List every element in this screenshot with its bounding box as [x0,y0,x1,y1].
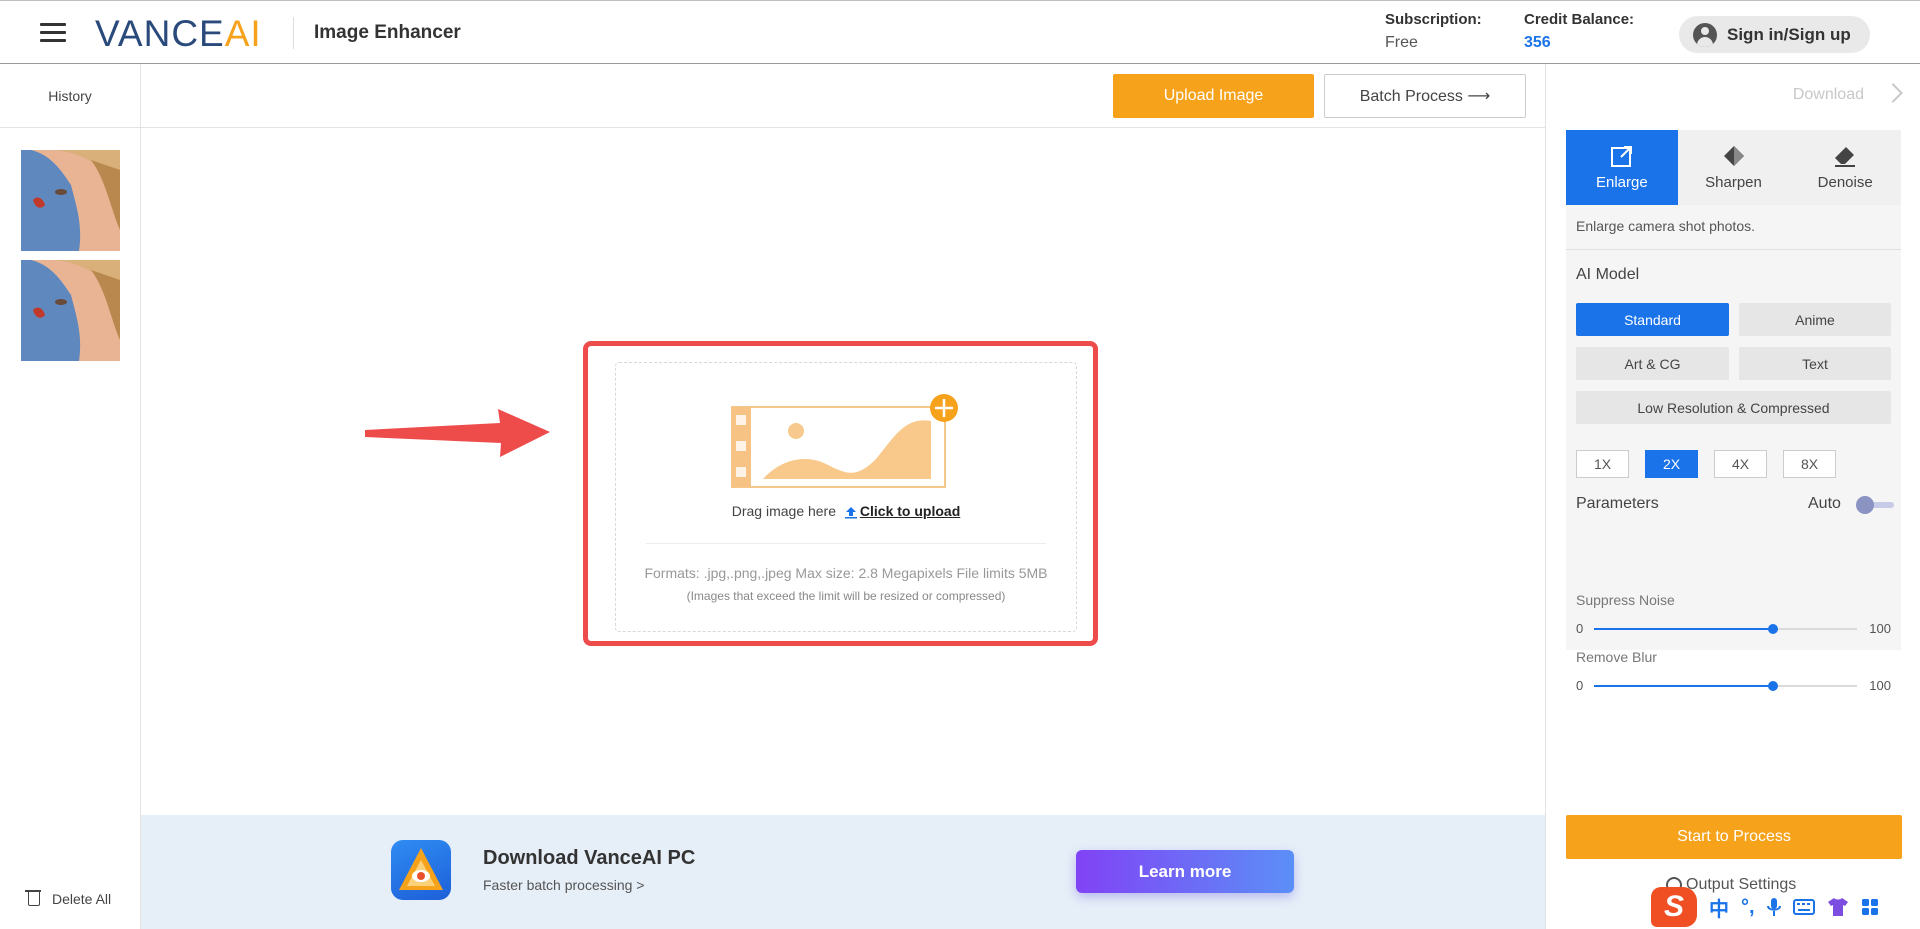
signin-button[interactable]: Sign in/Sign up [1679,16,1870,53]
slider-track[interactable] [1594,624,1857,634]
auto-label: Auto [1808,495,1841,512]
remove-blur-slider[interactable]: 0 100 [1576,678,1891,694]
history-thumbnail[interactable] [21,260,120,361]
upload-dropzone[interactable]: Drag image here Click to upload Formats:… [615,362,1077,632]
enlarge-options: Enlarge camera shot photos. AI Model Sta… [1566,205,1901,693]
suppress-noise-slider[interactable]: 0 100 [1576,621,1891,637]
scale-2x-button[interactable]: 2X [1645,450,1698,478]
microphone-icon[interactable] [1766,897,1781,917]
grid-menu-icon[interactable] [1861,898,1879,916]
drag-text: Drag image here [731,503,837,519]
drag-instruction: Drag image here Click to upload [616,503,1076,519]
skin-shirt-icon[interactable] [1827,897,1849,917]
image-placeholder-icon [731,394,958,488]
start-to-process-button[interactable]: Start to Process [1566,815,1902,859]
model-anime-button[interactable]: Anime [1739,303,1891,336]
enlarge-icon [1610,146,1632,167]
model-art-cg-button[interactable]: Art & CG [1576,347,1729,380]
tab-enlarge[interactable]: Enlarge [1566,130,1678,205]
ai-model-label: AI Model [1576,266,1640,283]
center-toolbar: Upload Image Batch Process ⟶ [141,64,1545,128]
user-icon [1693,22,1717,47]
history-thumbnail[interactable] [21,150,120,251]
download-pc-banner: Download VanceAI PC Faster batch process… [141,815,1545,929]
delete-all-button[interactable]: Delete All [25,890,112,907]
tab-label: Denoise [1817,174,1873,191]
slider-min: 0 [1576,621,1584,636]
sogou-logo-icon[interactable]: S [1651,887,1697,927]
tab-label: Sharpen [1705,174,1762,191]
header-divider [293,17,294,49]
tab-denoise[interactable]: Denoise [1789,130,1901,205]
trash-icon [25,890,41,906]
scale-1x-button[interactable]: 1X [1576,450,1629,478]
credit-info: Credit Balance: 356 [1524,11,1634,52]
slider-max: 100 [1869,621,1891,636]
credit-label: Credit Balance: [1524,11,1635,28]
upload-divider [646,543,1046,544]
learn-more-button[interactable]: Learn more [1076,850,1294,893]
formats-note: (Images that exceed the limit will be re… [686,589,1006,603]
chevron-right-icon [1883,83,1903,103]
model-text-button[interactable]: Text [1739,347,1891,380]
slider-knob[interactable] [1767,624,1778,634]
tab-label: Enlarge [1595,174,1648,191]
slider-min: 0 [1576,678,1584,693]
download-button[interactable]: Download [1793,86,1864,104]
delete-all-label: Delete All [52,891,112,907]
signin-label: Sign in/Sign up [1727,24,1851,44]
red-arrow-annotation [365,409,550,457]
remove-blur-label: Remove Blur [1576,649,1657,665]
vanceai-logo[interactable]: VANCEAI [95,13,262,55]
slider-track[interactable] [1594,681,1857,691]
credit-value: 356 [1524,34,1551,51]
model-low-resolution-button[interactable]: Low Resolution & Compressed [1576,391,1891,424]
suppress-noise-label: Suppress Noise [1576,592,1675,608]
model-standard-button[interactable]: Standard [1576,303,1729,336]
slider-knob[interactable] [1767,681,1778,691]
slider-fill [1594,685,1773,687]
eraser-icon [1835,147,1856,167]
auto-toggle[interactable] [1856,496,1894,514]
banner-title: Download VanceAI PC [483,847,696,869]
scale-4x-button[interactable]: 4X [1714,450,1767,478]
subscription-label: Subscription: [1385,11,1482,28]
subscription-value: Free [1385,34,1418,51]
batch-process-button[interactable]: Batch Process ⟶ [1324,74,1526,118]
settings-panel: Download Enlarge Sharpen Denoise Enlarge… [1545,64,1920,929]
ime-language-toggle[interactable]: 中 [1709,893,1729,922]
upload-image-button[interactable]: Upload Image [1113,74,1314,118]
description-divider [1566,249,1901,250]
toggle-knob [1856,496,1874,514]
slider-max: 100 [1869,678,1891,693]
tab-sharpen[interactable]: Sharpen [1678,130,1790,205]
scale-8x-button[interactable]: 8X [1783,450,1836,478]
ime-toolbar: S 中 °, [1651,885,1920,929]
hamburger-menu-icon[interactable] [40,23,66,43]
formats-text: Formats: .jpg,.png,.jpeg Max size: 2.8 M… [644,565,1048,581]
top-header: VANCEAI Image Enhancer Subscription: Fre… [0,0,1920,64]
ime-punctuation-toggle[interactable]: °, [1741,896,1755,919]
vanceai-app-icon [391,840,451,900]
keyboard-icon[interactable] [1792,899,1815,915]
feature-tabs: Enlarge Sharpen Denoise [1566,130,1901,205]
upload-highlight-frame: Drag image here Click to upload Formats:… [583,341,1098,646]
parameters-label: Parameters [1576,495,1659,512]
history-label[interactable]: History [0,64,140,128]
subscription-info: Subscription: Free [1385,11,1482,52]
click-to-upload-link[interactable]: Click to upload [860,503,960,519]
banner-subtitle-link[interactable]: Faster batch processing > [483,877,644,893]
history-sidebar: History Delete All [0,64,141,929]
app-title: Image Enhancer [314,22,461,43]
slider-fill [1594,628,1773,630]
sharpen-icon [1723,146,1744,166]
upload-arrow-icon [844,507,857,519]
feature-description: Enlarge camera shot photos. [1576,218,1755,234]
